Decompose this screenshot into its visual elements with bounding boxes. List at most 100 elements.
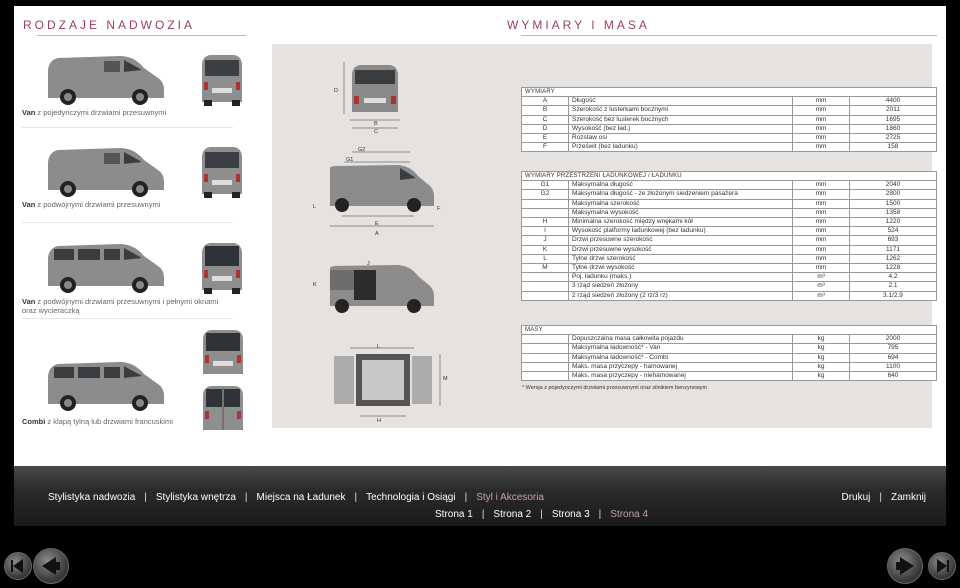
- row-code: [521, 207, 569, 219]
- title-underline: [521, 35, 937, 36]
- bottom-navigation: Stylistyka nadwozia | Stylistyka wnętrza | M…: [14, 466, 946, 526]
- row-code: [521, 281, 569, 292]
- row-label: Wysokość platformy ładunkowej (bez ładun…: [568, 226, 793, 237]
- row-value: 1228: [849, 263, 937, 274]
- row-unit: mm: [792, 207, 850, 219]
- side-view-diagram: [330, 151, 434, 227]
- nav-separator: |: [144, 492, 147, 503]
- table-row: Maksymalna wysokość mm 1358: [521, 207, 937, 219]
- nav-link-2[interactable]: Miejsca na Ładunek: [257, 492, 346, 503]
- arrow-left-icon: [42, 557, 60, 575]
- previous-page-button[interactable]: [33, 548, 69, 584]
- row-unit: mm: [792, 105, 850, 116]
- row-code: [521, 334, 569, 345]
- row-code: M: [521, 263, 569, 274]
- row-code: [521, 352, 569, 363]
- van-rear-image: [202, 243, 242, 294]
- nav-separator: |: [354, 492, 358, 503]
- nav-link-1[interactable]: Stylistyka wnętrza: [156, 492, 236, 503]
- front-view-diagram: [343, 62, 400, 129]
- nav-link-4[interactable]: Styl i Akcesoria: [476, 492, 544, 503]
- cargo-space-table: WYMIARY PRZESTRZENI ŁADUNKOWEJ / ŁADUNKU…: [521, 170, 937, 301]
- row-label: Drzwi przesuwne wysokość: [568, 244, 793, 255]
- van-side-image: [48, 56, 164, 105]
- row-value: 2725: [849, 133, 937, 144]
- row-label: Maks. masa przyczepy - hamowanej: [568, 361, 793, 373]
- dim-label-J: J: [367, 261, 370, 267]
- table-row: Maks. masa przyczepy - hamowanej kg 1100: [521, 361, 937, 373]
- dim-label-L-rear: L: [377, 344, 381, 350]
- page-link-3[interactable]: Strona 4: [610, 509, 648, 520]
- row-label: Maksymalna wysokość: [568, 207, 793, 219]
- table-row: Maksymalna ładowność* - Van kg 795: [521, 343, 937, 354]
- nav-separator: |: [244, 492, 248, 503]
- row-unit: mm: [792, 263, 850, 274]
- dim-label-K: K: [313, 282, 317, 288]
- row-code: [521, 361, 569, 373]
- page-link-1[interactable]: Strona 2: [493, 509, 531, 520]
- next-page-button[interactable]: [887, 548, 923, 584]
- nav-link-0[interactable]: Stylistyka nadwozia: [48, 492, 135, 503]
- variant-label-3: Van z podwójnymi drzwiami przesuwnymi i …: [22, 297, 219, 316]
- row-unit: mm: [792, 244, 850, 255]
- row-label: Długość: [568, 96, 793, 107]
- row-value: 524: [849, 226, 937, 237]
- row-value: 693: [849, 235, 937, 246]
- page-link-2[interactable]: Strona 3: [552, 509, 590, 520]
- row-unit: mm: [792, 226, 850, 237]
- row-code: F: [521, 142, 569, 153]
- row-label: Rozstaw osi: [568, 133, 793, 144]
- table-header: WYMIARY PRZESTRZENI ŁADUNKOWEJ / ŁADUNKU: [521, 170, 937, 182]
- utility-link-0[interactable]: Drukuj: [841, 492, 870, 503]
- table-title: WYMIARY PRZESTRZENI ŁADUNKOWEJ / ŁADUNKU: [521, 170, 937, 182]
- row-unit: kg: [792, 352, 850, 363]
- row-value: 4400: [849, 96, 937, 107]
- table-row: M Tylne drzwi wysokość mm 1228: [521, 263, 937, 274]
- table-row: K Drzwi przesuwne wysokość mm 1171: [521, 244, 937, 255]
- row-code: [521, 343, 569, 354]
- utility-link-1[interactable]: Zamknij: [891, 492, 926, 503]
- row-value: 2800: [849, 189, 937, 200]
- combi-side-image: [48, 362, 164, 411]
- table-header: WYMIARY: [521, 86, 937, 98]
- van-side-windows-image: [48, 244, 164, 293]
- table-row: A Długość mm 4400: [521, 96, 937, 107]
- table-row: Dopuszczalna masa całkowita pojazdu kg 200…: [521, 334, 937, 345]
- dim-label-C: C: [374, 129, 378, 135]
- row-label: Tylne drzwi szerokość: [568, 253, 793, 265]
- row-code: H: [521, 217, 569, 228]
- title-underline: [37, 35, 246, 36]
- row-unit: m³: [792, 290, 850, 301]
- divider: [22, 318, 233, 319]
- utility-nav: Drukuj | Zamknij: [841, 492, 926, 503]
- combi-rear-doors-image: [203, 386, 243, 430]
- row-value: 795: [849, 343, 937, 354]
- dim-label-D: D: [334, 88, 338, 94]
- nav-separator: |: [879, 492, 882, 503]
- row-label: Wysokość (bez ład.): [568, 123, 793, 135]
- row-label: Tylne drzwi wysokość: [568, 263, 793, 274]
- page-link-0[interactable]: Strona 1: [435, 509, 473, 520]
- row-unit: mm: [792, 114, 850, 125]
- last-page-button[interactable]: [928, 552, 956, 580]
- row-unit: mm: [792, 180, 850, 191]
- dimension-diagrams: [330, 62, 441, 417]
- variant-label-1: Van z pojedynczymi drzwiami przesuwnymi: [22, 108, 167, 117]
- table-row: G1 Maksymalna długość mm 2040: [521, 180, 937, 191]
- page-nav: Strona 1 | Strona 2 | Strona 3 | Strona 4: [435, 509, 648, 520]
- row-code: G2: [521, 189, 569, 200]
- row-code: K: [521, 244, 569, 255]
- table-header: MASY: [521, 324, 937, 336]
- dim-label-F: F: [437, 206, 441, 212]
- nav-link-3[interactable]: Technologia i Osiągi: [366, 492, 456, 503]
- arrow-right-icon: [896, 557, 914, 575]
- nav-separator: |: [481, 509, 485, 520]
- table-row: Maksymalna szerokość mm 1500: [521, 198, 937, 209]
- row-label: Prześwit (bez ładunku): [568, 142, 793, 153]
- dimensions-table: WYMIARY A Długość mm 4400 B Szerokość z luster…: [521, 86, 937, 153]
- row-code: I: [521, 226, 569, 237]
- row-value: 1500: [849, 198, 937, 209]
- row-value: 1171: [849, 244, 937, 255]
- first-page-button[interactable]: [4, 552, 32, 580]
- row-unit: mm: [792, 133, 850, 144]
